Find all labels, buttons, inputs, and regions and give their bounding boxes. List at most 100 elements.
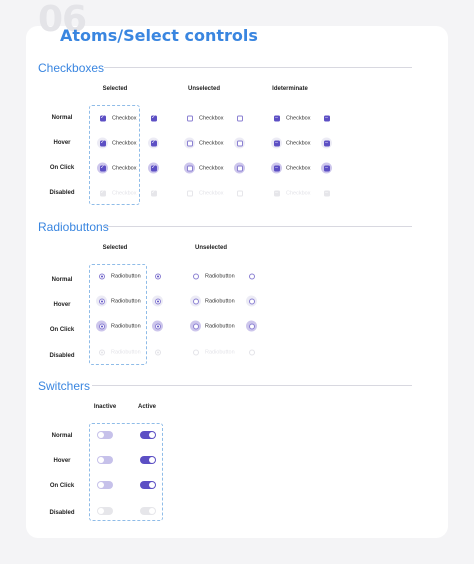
checkbox-selected-normal[interactable]: ✓ Checkbox [97,113,136,124]
checkbox-indeterminate-hover-compact[interactable]: – [321,137,332,149]
checkbox-label: Checkbox [286,165,311,171]
checkbox-unselected-normal-compact[interactable] [234,113,245,124]
switch-row-disabled: Disabled [49,510,75,516]
checkbox-box [236,190,243,196]
radio-unselected-normal[interactable]: Radiobutton [190,271,235,282]
checkbox-state-halo [234,188,245,199]
checkbox-state-halo: – [321,113,332,124]
radio-state-halo [96,295,107,307]
radio-selected-disabled: Radiobutton [96,347,141,358]
checkbox-unselected-hover-compact[interactable] [234,137,245,149]
minus-icon: – [273,114,280,121]
radio-selected-onclick-compact[interactable] [152,320,163,332]
checkbox-state-halo [184,162,195,174]
radio-selected-normal[interactable]: Radiobutton [96,271,141,282]
switch-inactive-onclick[interactable] [97,481,113,489]
radio-state-halo [190,295,201,307]
checkbox-selected-onclick[interactable]: ✓ Checkbox [97,162,137,174]
checkmark-icon: ✓ [99,189,106,196]
checkbox-indeterminate-disabled-compact: – [321,188,332,199]
radio-unselected-normal-compact[interactable] [246,271,257,282]
switch-active-disabled [140,507,156,515]
checkbox-state-halo: ✓ [97,188,108,199]
radio-unselected-hover-compact[interactable] [246,295,257,307]
minus-icon: – [323,139,330,146]
checkbox-indeterminate-normal[interactable]: – Checkbox [271,113,310,124]
switch-inactive-normal[interactable] [97,431,113,439]
checkbox-label: Checkbox [199,165,224,171]
switch-row-onclick: On Click [49,483,75,489]
switch-knob [98,457,104,463]
checkbox-box [186,190,193,196]
checkbox-indeterminate-onclick[interactable]: – Checkbox [271,162,311,174]
switch-active-normal[interactable] [140,431,156,439]
radio-selected-onclick[interactable]: Radiobutton [96,320,141,332]
radio-dot-icon [98,323,105,329]
checkbox-selected-hover-compact[interactable]: ✓ [148,137,159,149]
checkbox-unselected-onclick[interactable]: Checkbox [184,162,224,174]
checkbox-row-disabled: Disabled [49,190,75,196]
switch-knob [98,482,104,488]
minus-icon: – [323,189,330,196]
checkbox-col-indeterminate: Ideterminate [272,86,308,92]
checkbox-unselected-normal[interactable]: Checkbox [184,113,223,124]
checkbox-state-halo: ✓ [97,162,108,174]
checkbox-selected-hover[interactable]: ✓ Checkbox [97,137,136,149]
checkbox-state-halo: ✓ [97,137,108,149]
radio-state-halo [246,320,257,332]
checkbox-indeterminate-hover[interactable]: – Checkbox [271,137,310,149]
minus-icon: – [273,139,280,146]
radio-state-halo [152,295,163,307]
checkbox-row-hover: Hover [53,140,71,146]
radio-state-halo [96,271,107,282]
radio-state-halo [152,320,163,332]
radio-dot-icon [154,349,161,355]
checkbox-state-halo: ✓ [148,162,159,174]
radio-state-halo [152,271,163,282]
radio-unselected-hover[interactable]: Radiobutton [190,295,235,307]
radiobuttons-heading: Radiobuttons [38,220,109,234]
switch-active-hover[interactable] [140,456,156,464]
checkmark-icon: ✓ [99,164,106,171]
switch-inactive-hover[interactable] [97,456,113,464]
checkbox-label: Checkbox [199,115,224,121]
checkbox-state-halo: – [271,113,282,124]
checkbox-state-halo: – [271,188,282,199]
checkbox-state-halo: – [321,137,332,149]
radio-selected-disabled-compact [152,347,163,358]
checkbox-indeterminate-onclick-compact[interactable]: – [321,162,332,174]
checkbox-label: Checkbox [112,165,137,171]
radio-unselected-onclick-compact[interactable] [246,320,257,332]
checkbox-unselected-onclick-compact[interactable] [234,162,245,174]
minus-icon: – [323,114,330,121]
checkbox-col-selected: Selected [102,86,128,92]
switch-row-normal: Normal [51,433,73,439]
radio-state-halo [190,320,201,332]
radio-unselected-disabled: Radiobutton [190,347,235,358]
checkbox-selected-disabled-compact: ✓ [148,188,159,199]
checkbox-state-halo [184,188,195,199]
radio-selected-hover[interactable]: Radiobutton [96,295,141,307]
radio-unselected-onclick[interactable]: Radiobutton [190,320,235,332]
radio-col-selected: Selected [102,245,128,251]
radio-col-unselected: Unselected [194,245,228,251]
checkbox-selected-onclick-compact[interactable]: ✓ [148,162,159,174]
checkbox-label: Checkbox [199,140,224,146]
checkbox-state-halo: ✓ [148,188,159,199]
checkbox-label: Checkbox [286,115,311,121]
radio-selected-hover-compact[interactable] [152,295,163,307]
radio-selected-normal-compact[interactable] [152,271,163,282]
radio-state-halo [96,347,107,358]
checkbox-selected-normal-compact[interactable]: ✓ [148,113,159,124]
checkbox-state-halo: – [321,162,332,174]
checkbox-state-halo [234,162,245,174]
checkbox-unselected-hover[interactable]: Checkbox [184,137,224,149]
radio-dot-icon [154,323,161,329]
switch-active-onclick[interactable] [140,481,156,489]
radio-dot-icon [98,298,105,304]
checkbox-state-halo: ✓ [148,113,159,124]
checkbox-indeterminate-normal-compact[interactable]: – [321,113,332,124]
switch-col-inactive: Inactive [93,404,117,410]
radio-label: Radiobutton [205,349,235,355]
radio-circle [192,273,199,279]
